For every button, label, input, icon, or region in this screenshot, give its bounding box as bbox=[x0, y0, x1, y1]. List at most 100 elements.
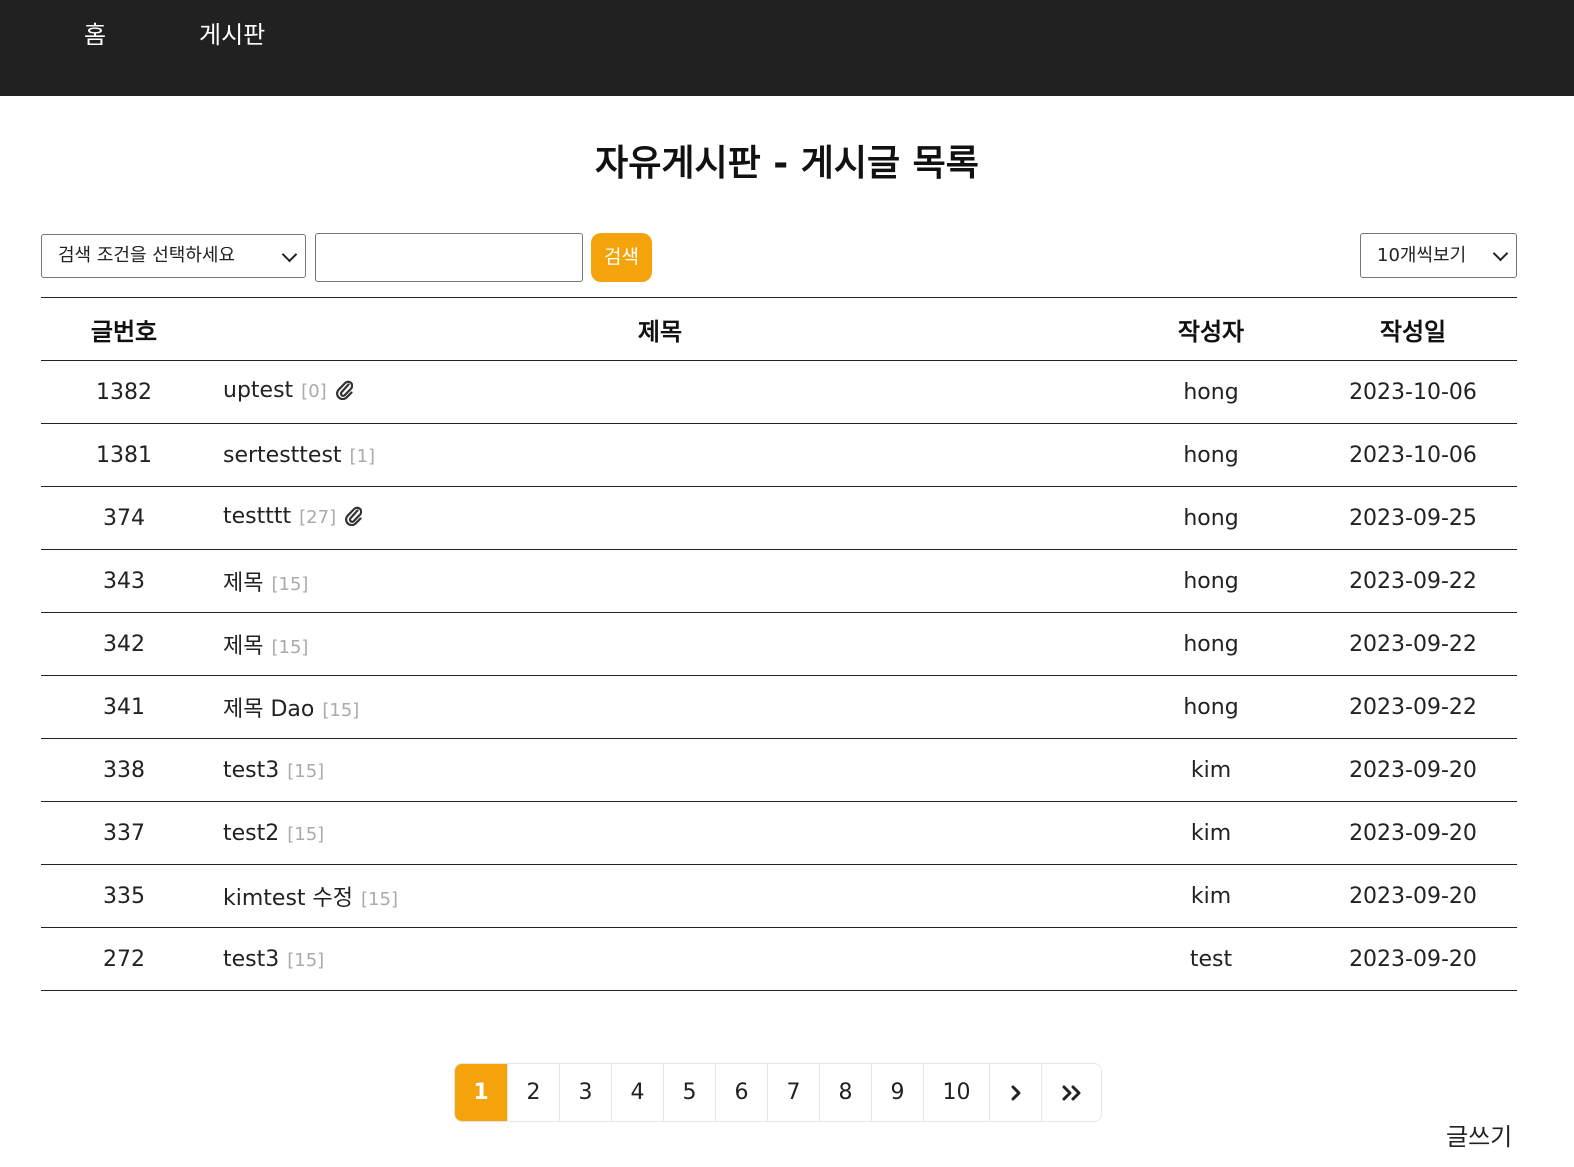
post-title-link[interactable]: testttt bbox=[223, 504, 291, 529]
comment-count: [15] bbox=[271, 637, 309, 658]
search-condition-select[interactable]: 검색 조건을 선택하세요 bbox=[41, 234, 306, 278]
comment-count: [15] bbox=[287, 949, 325, 971]
table-row: 272 test3 [15] test 2023-09-20 bbox=[41, 928, 1517, 991]
search-input[interactable] bbox=[315, 233, 583, 282]
search-condition-selected: 검색 조건을 선택하세요 bbox=[58, 245, 236, 266]
post-date: 2023-09-25 bbox=[1349, 505, 1477, 531]
page-button-6[interactable]: 6 bbox=[715, 1064, 767, 1121]
write-post-link[interactable]: 글쓰기 bbox=[1446, 1120, 1512, 1154]
chevron-down-icon bbox=[281, 246, 298, 263]
post-number: 343 bbox=[103, 568, 145, 594]
post-date: 2023-10-06 bbox=[1349, 442, 1477, 468]
page-button-1[interactable]: 1 bbox=[455, 1064, 507, 1121]
post-title-link[interactable]: test3 bbox=[223, 758, 279, 783]
post-date: 2023-09-20 bbox=[1349, 946, 1477, 972]
paperclip-icon bbox=[335, 378, 353, 406]
last-page-button[interactable] bbox=[1041, 1064, 1101, 1121]
post-number: 374 bbox=[103, 505, 145, 531]
post-date: 2023-09-22 bbox=[1349, 694, 1477, 720]
comment-count: [15] bbox=[287, 823, 325, 845]
table-row: 337 test2 [15] kim 2023-09-20 bbox=[41, 802, 1517, 865]
next-page-button[interactable] bbox=[989, 1064, 1041, 1121]
chevron-down-icon bbox=[1492, 245, 1509, 262]
page-button-9[interactable]: 9 bbox=[871, 1064, 923, 1121]
post-title-cell: uptest [0] bbox=[207, 361, 1113, 424]
comment-count: [27] bbox=[299, 507, 337, 528]
chevron-right-icon bbox=[1011, 1085, 1020, 1101]
table-row: 338 test3 [15] kim 2023-09-20 bbox=[41, 739, 1517, 802]
post-writer: hong bbox=[1183, 505, 1239, 531]
post-title-cell: test3 [15] bbox=[207, 928, 1113, 991]
post-number: 338 bbox=[103, 757, 145, 783]
post-date: 2023-09-20 bbox=[1349, 820, 1477, 846]
page-button-8[interactable]: 8 bbox=[819, 1064, 871, 1121]
table-row: 335 kimtest 수정 [15] kim 2023-09-20 bbox=[41, 865, 1517, 928]
header-num: 글번호 bbox=[90, 317, 158, 346]
post-title-cell: test3 [15] bbox=[207, 739, 1113, 802]
post-writer: hong bbox=[1183, 379, 1239, 405]
pagination: 1 2 3 4 5 6 7 8 9 10 bbox=[454, 1063, 1102, 1122]
post-title-link[interactable]: test3 bbox=[223, 947, 279, 972]
post-title-link[interactable]: 제목 Dao bbox=[223, 697, 314, 722]
page-button-5[interactable]: 5 bbox=[663, 1064, 715, 1121]
table-row: 1381 sertesttest [1] hong 2023-10-06 bbox=[41, 424, 1517, 487]
post-date: 2023-09-22 bbox=[1349, 568, 1477, 594]
post-title-cell: testttt [27] bbox=[207, 487, 1113, 550]
post-writer: hong bbox=[1183, 694, 1239, 720]
post-writer: kim bbox=[1190, 757, 1232, 783]
post-title-link[interactable]: sertesttest bbox=[223, 443, 342, 468]
post-date: 2023-09-20 bbox=[1349, 883, 1477, 909]
page-title: 자유게시판 - 게시글 목록 bbox=[595, 143, 979, 184]
table-header-row: 글번호 제목 작성자 작성일 bbox=[41, 297, 1517, 361]
post-number: 341 bbox=[103, 694, 145, 720]
page-button-3[interactable]: 3 bbox=[559, 1064, 611, 1121]
header-writer: 작성자 bbox=[1177, 317, 1245, 346]
page-button-2[interactable]: 2 bbox=[507, 1064, 559, 1121]
post-writer: test bbox=[1189, 946, 1233, 972]
header-title: 제목 bbox=[637, 317, 683, 346]
post-date: 2023-09-22 bbox=[1349, 631, 1477, 657]
comment-count: [0] bbox=[301, 381, 327, 402]
post-writer: hong bbox=[1183, 568, 1239, 594]
post-number: 272 bbox=[103, 946, 145, 972]
double-chevron-right-icon bbox=[1062, 1085, 1080, 1101]
post-writer: hong bbox=[1183, 631, 1239, 657]
nav-board-link[interactable]: 게시판 bbox=[199, 18, 265, 52]
page-button-10[interactable]: 10 bbox=[923, 1064, 989, 1121]
paperclip-icon bbox=[344, 504, 363, 532]
post-number: 342 bbox=[103, 631, 145, 657]
comment-count: [15] bbox=[361, 889, 398, 910]
post-title-link[interactable]: kimtest 수정 bbox=[223, 886, 353, 911]
nav-home-link[interactable]: 홈 bbox=[84, 18, 106, 52]
post-number: 337 bbox=[103, 820, 145, 846]
header-date: 작성일 bbox=[1379, 317, 1447, 346]
comment-count: [1] bbox=[349, 445, 376, 467]
post-title-cell: test2 [15] bbox=[207, 802, 1113, 865]
post-title-cell: 제목 [15] bbox=[207, 550, 1113, 613]
post-number: 1381 bbox=[96, 442, 152, 468]
top-navigation: 홈 게시판 bbox=[0, 0, 1574, 96]
table-row: 1382 uptest [0] hong 2023-10-06 bbox=[41, 361, 1517, 424]
page-button-4[interactable]: 4 bbox=[611, 1064, 663, 1121]
table-row: 374 testttt [27] hong 2023-09-25 bbox=[41, 487, 1517, 550]
page-button-7[interactable]: 7 bbox=[767, 1064, 819, 1121]
post-title-cell: sertesttest [1] bbox=[207, 424, 1113, 487]
per-page-selected: 10개씩보기 bbox=[1377, 245, 1467, 266]
post-title-cell: 제목 Dao [15] bbox=[207, 676, 1113, 739]
post-title-link[interactable]: 제목 bbox=[223, 634, 263, 659]
post-list-table: 글번호 제목 작성자 작성일 1382 uptest [0] hong 2023-10-… bbox=[41, 297, 1517, 991]
post-title-cell: kimtest 수정 [15] bbox=[207, 865, 1113, 928]
post-date: 2023-09-20 bbox=[1349, 757, 1477, 783]
table-row: 342 제목 [15] hong 2023-09-22 bbox=[41, 613, 1517, 676]
post-title-link[interactable]: 제목 bbox=[223, 571, 263, 596]
search-button[interactable]: 검색 bbox=[591, 233, 652, 282]
post-title-link[interactable]: uptest bbox=[223, 378, 293, 403]
post-number: 1382 bbox=[96, 379, 152, 405]
comment-count: [15] bbox=[322, 700, 360, 721]
comment-count: [15] bbox=[287, 760, 325, 782]
table-row: 341 제목 Dao [15] hong 2023-09-22 bbox=[41, 676, 1517, 739]
post-title-link[interactable]: test2 bbox=[223, 821, 279, 846]
post-writer: kim bbox=[1190, 883, 1232, 909]
per-page-select[interactable]: 10개씩보기 bbox=[1360, 233, 1517, 278]
post-writer: kim bbox=[1190, 820, 1232, 846]
